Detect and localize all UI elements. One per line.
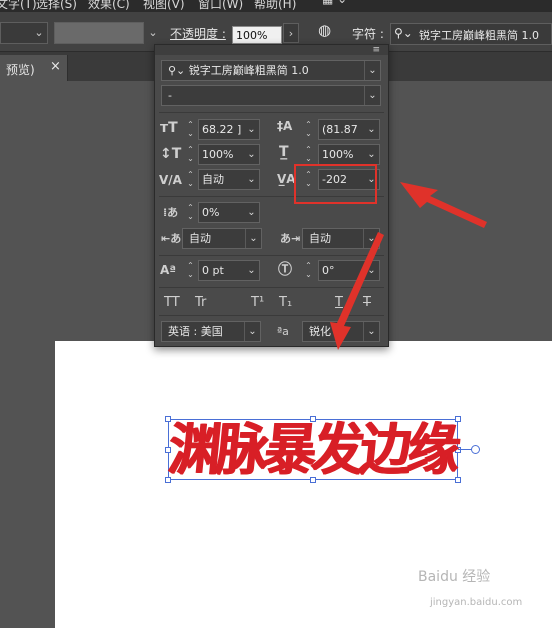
arrow-to-text — [330, 232, 384, 350]
annotation-arrows — [330, 182, 487, 350]
arrow-to-highlight — [400, 182, 487, 228]
baidu-watermark: Baidu 经验 — [418, 569, 491, 585]
baidu-watermark-url: jingyan.baidu.com — [430, 597, 523, 608]
